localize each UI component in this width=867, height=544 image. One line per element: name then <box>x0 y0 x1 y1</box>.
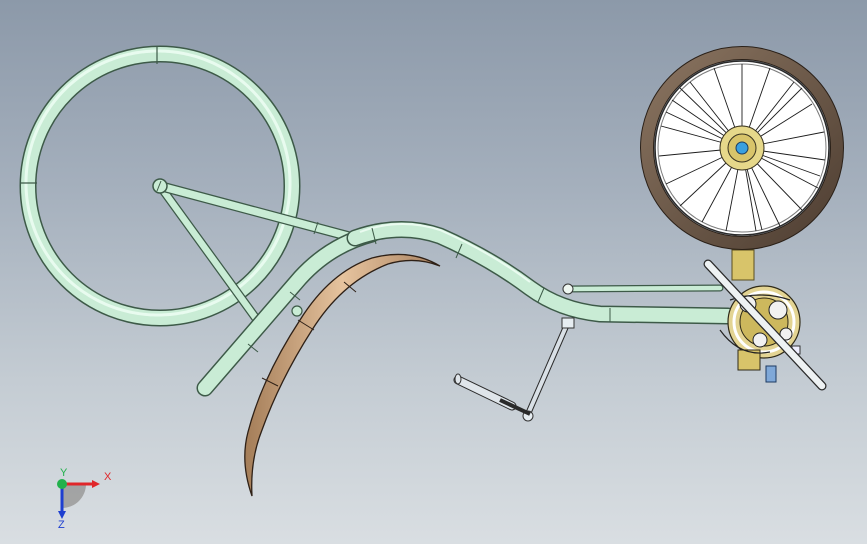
steering-rod[interactable] <box>562 283 724 295</box>
top-tube[interactable] <box>346 221 737 325</box>
handlebar[interactable] <box>703 259 827 391</box>
drivetrain-assembly[interactable] <box>719 285 801 383</box>
bicycle-model[interactable] <box>0 0 867 544</box>
x-axis-arrowhead <box>92 480 100 488</box>
rear-axle[interactable] <box>152 178 168 194</box>
z-axis-label: Z <box>58 519 65 531</box>
front-hub <box>719 125 765 171</box>
x-axis-label: X <box>104 471 112 483</box>
rear-fender[interactable] <box>244 253 441 497</box>
crank-arm[interactable] <box>522 317 575 422</box>
orientation-triad: X Y Z <box>57 467 112 531</box>
y-axis-dot <box>57 479 67 489</box>
front-wheel[interactable] <box>640 46 844 250</box>
z-axis-arrowhead <box>58 511 66 519</box>
pedal[interactable] <box>453 373 531 416</box>
triad-quadrant <box>62 484 86 508</box>
y-axis-label: Y <box>60 467 68 479</box>
cad-3d-viewport[interactable]: X Y Z <box>0 0 867 544</box>
